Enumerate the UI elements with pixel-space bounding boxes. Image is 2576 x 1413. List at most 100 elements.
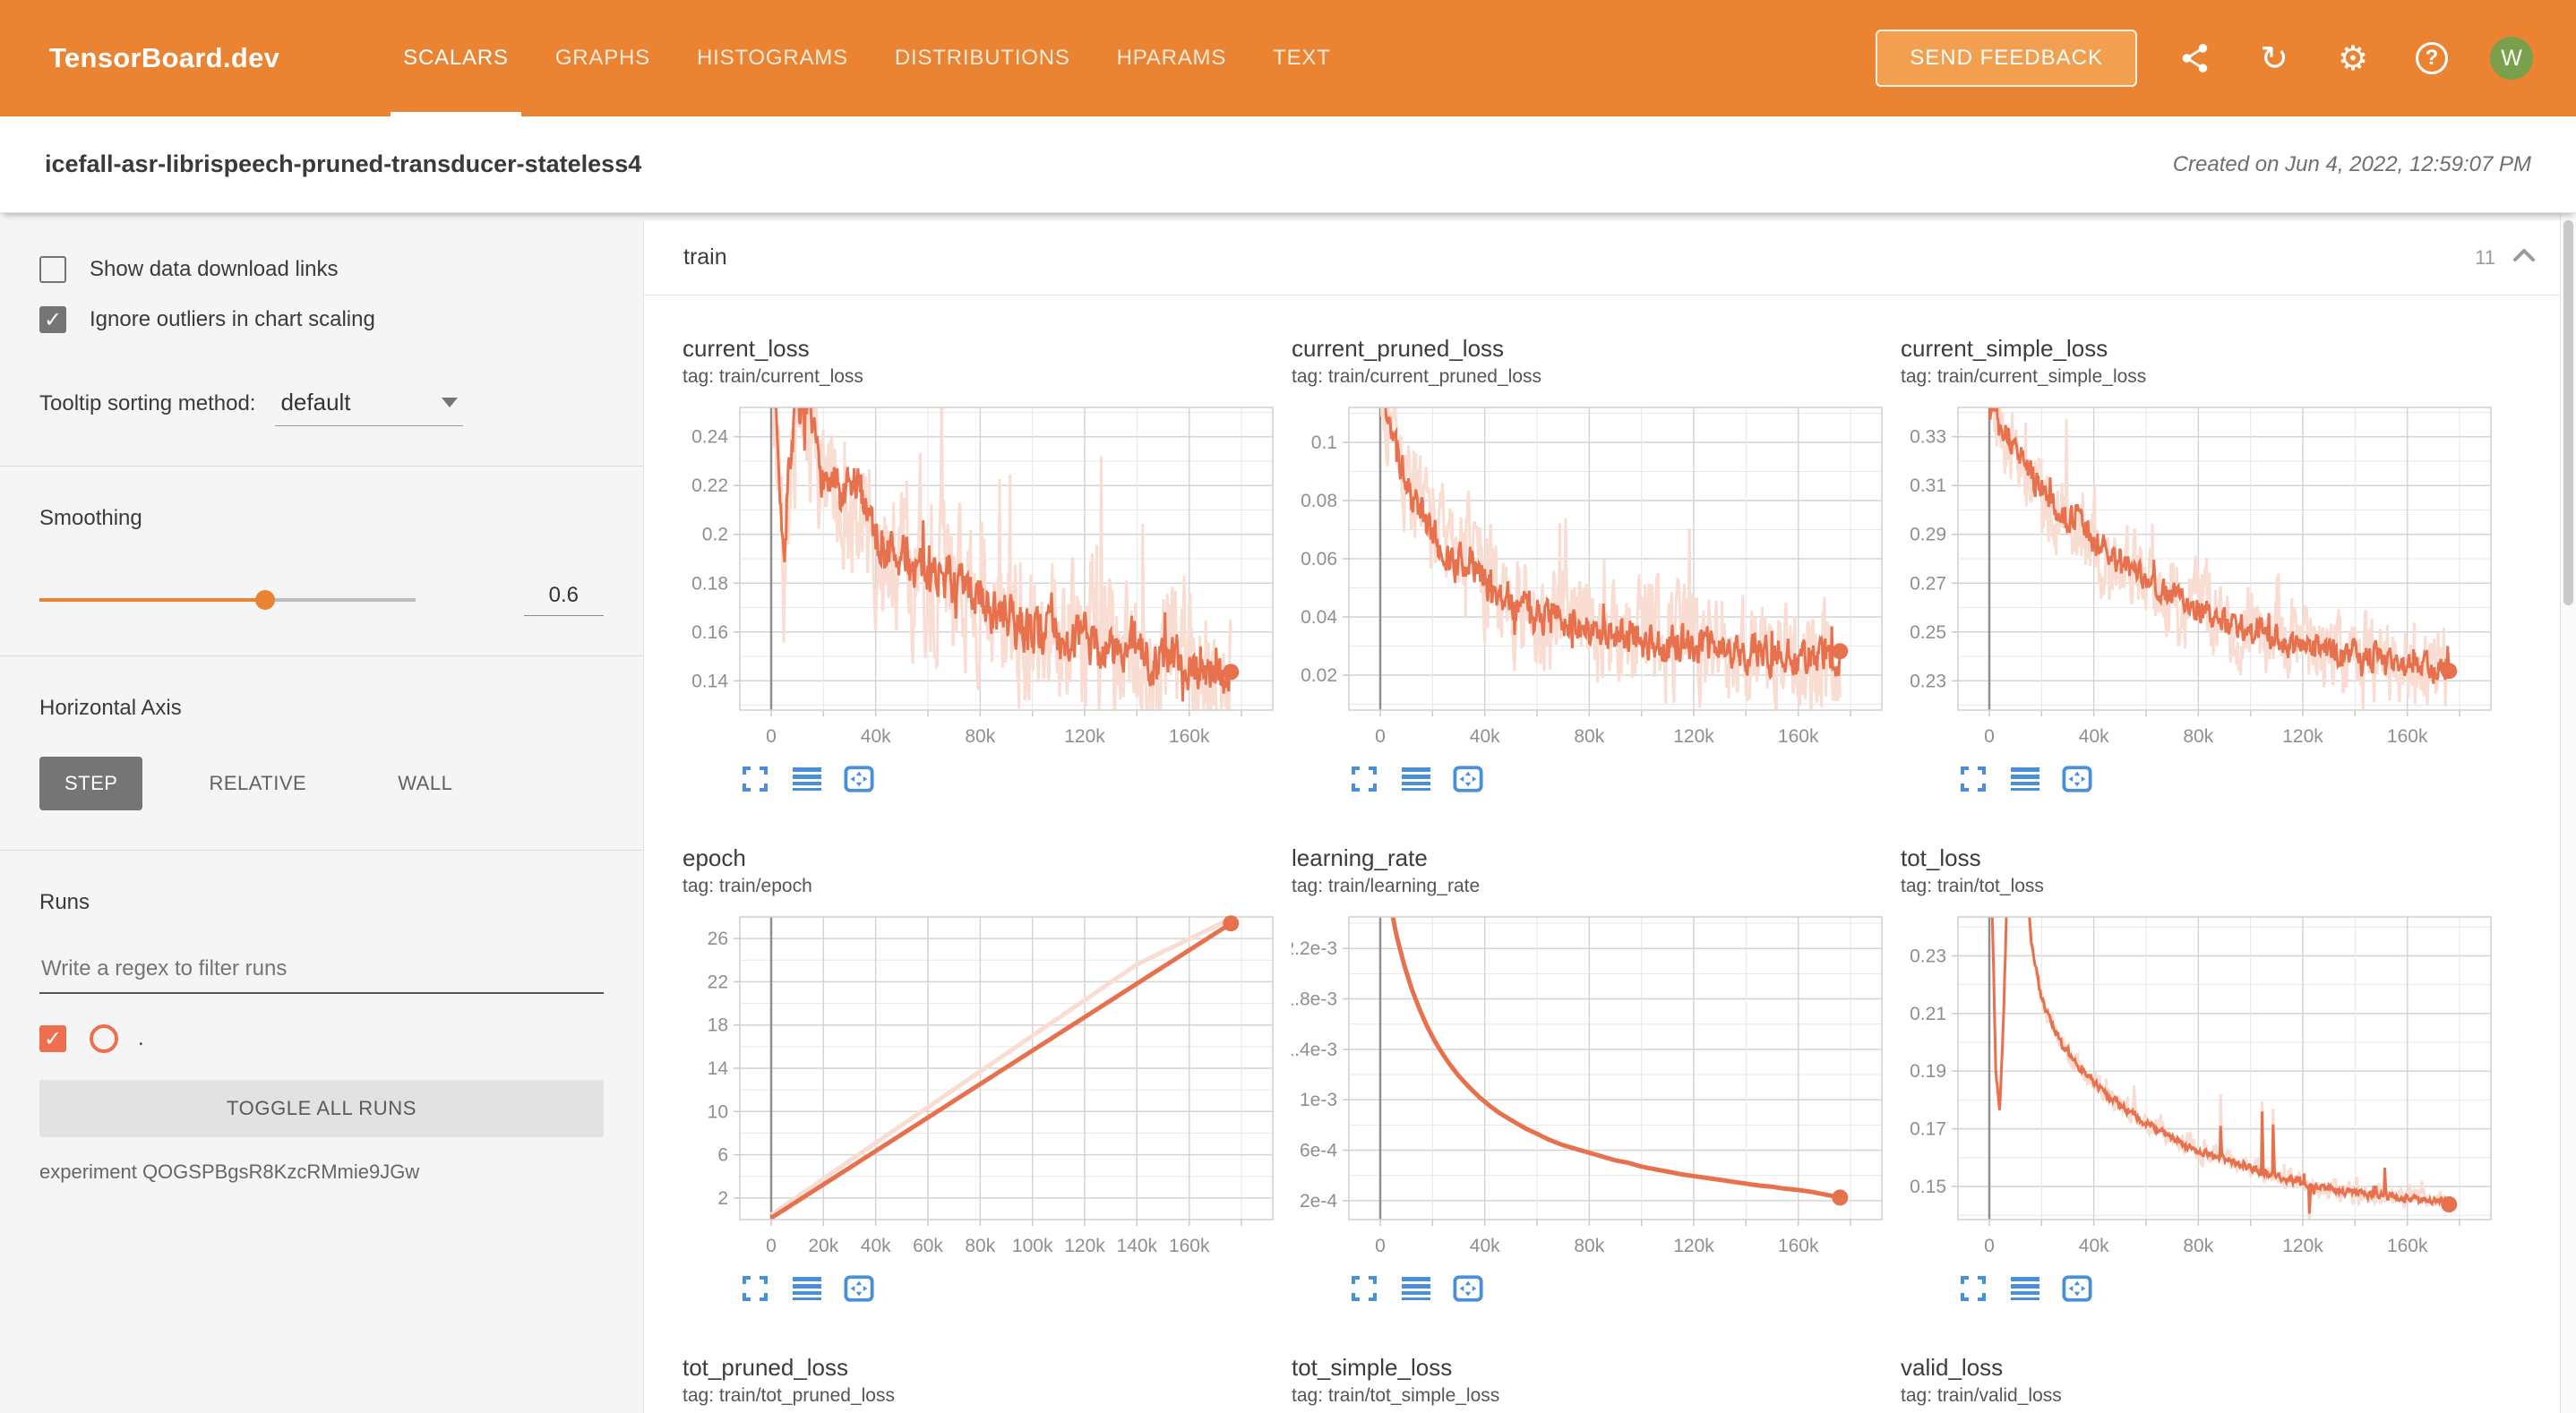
axis-step-button[interactable]: STEP [39,757,142,810]
chevron-down-icon [442,398,458,407]
svg-text:0.17: 0.17 [1910,1119,1946,1140]
fit-domain-icon[interactable] [844,764,874,794]
ignore-outliers-row[interactable]: ✓ Ignore outliers in chart scaling [39,306,604,333]
toggle-y-axis-icon[interactable] [1401,1273,1431,1304]
fit-domain-icon[interactable] [2062,1273,2092,1304]
gear-icon[interactable]: ⚙ [2332,38,2374,79]
axis-relative-button[interactable]: RELATIVE [184,757,331,810]
toggle-y-axis-icon[interactable] [792,1273,822,1304]
svg-text:0.23: 0.23 [1910,946,1946,967]
svg-text:6e-4: 6e-4 [1300,1141,1337,1161]
fullscreen-icon[interactable] [740,1273,770,1304]
svg-text:40k: 40k [861,1236,891,1256]
svg-text:0.16: 0.16 [691,622,728,643]
svg-text:60k: 60k [913,1236,943,1256]
tab-graphs[interactable]: GRAPHS [532,0,674,116]
svg-text:120k: 120k [1064,726,1105,747]
run-row[interactable]: ✓ . [39,1024,604,1053]
svg-text:0.23: 0.23 [1910,671,1946,691]
tab-histograms[interactable]: HISTOGRAMS [674,0,872,116]
axis-wall-button[interactable]: WALL [373,757,477,810]
help-icon[interactable]: ? [2411,38,2452,79]
svg-text:120k: 120k [1064,1236,1105,1256]
chevron-up-icon[interactable] [2512,247,2537,268]
svg-text:160k: 160k [1778,1236,1819,1256]
svg-text:0.31: 0.31 [1910,475,1946,496]
svg-text:0: 0 [766,1236,777,1256]
run-checkbox[interactable]: ✓ [39,1025,66,1052]
chart-actions [740,764,1277,794]
svg-text:0.24: 0.24 [691,427,728,448]
chart-plot[interactable]: 261014182226020k40k60k80k100k120k140k160… [683,904,1277,1263]
tooltip-sorting-label: Tooltip sorting method: [39,391,255,416]
chart-plot[interactable]: 0.230.250.270.290.310.33040k80k120k160k [1901,395,2495,753]
content: Show data download links ✓ Ignore outlie… [0,213,2576,1413]
run-color-swatch [90,1024,118,1053]
scrollbar-thumb[interactable] [2563,220,2573,605]
chart-actions [1958,764,2495,794]
tab-text[interactable]: TEXT [1249,0,1354,116]
sidebar: Show data download links ✓ Ignore outlie… [0,213,643,1413]
tab-hparams[interactable]: HPARAMS [1094,0,1250,116]
show-download-links-checkbox[interactable] [39,256,66,283]
main-area: train 11 current_loss tag: train/current… [643,213,2576,1413]
show-download-links-row[interactable]: Show data download links [39,256,604,283]
toggle-y-axis-icon[interactable] [2010,764,2040,794]
chart-card-tot_loss: tot_loss tag: train/tot_loss 0.150.170.1… [1901,844,2495,1304]
fit-domain-icon[interactable] [1453,1273,1483,1304]
svg-text:40k: 40k [861,726,891,747]
fullscreen-icon[interactable] [740,764,770,794]
toggle-all-runs-button[interactable]: TOGGLE ALL RUNS [39,1080,604,1137]
toggle-y-axis-icon[interactable] [792,764,822,794]
send-feedback-button[interactable]: SEND FEEDBACK [1876,30,2137,87]
chart-plot[interactable]: 2e-46e-41e-31.4e-31.8e-32.2e-3040k80k120… [1292,904,1886,1263]
smoothing-slider-thumb[interactable] [255,590,275,610]
chart-plot[interactable]: 0.150.170.190.210.23040k80k120k160k [1901,904,2495,1263]
chart-actions [1349,764,1886,794]
fullscreen-icon[interactable] [1958,764,1988,794]
chart-plot[interactable]: 0.020.040.060.080.1040k80k120k160k [1292,395,1886,753]
ignore-outliers-checkbox[interactable]: ✓ [39,306,66,333]
train-panel-header[interactable]: train 11 [644,220,2576,295]
svg-text:22: 22 [708,972,728,992]
smoothing-slider[interactable] [39,598,416,602]
svg-text:0.21: 0.21 [1910,1004,1946,1024]
app-bar: TensorBoard.dev SCALARSGRAPHSHISTOGRAMSD… [0,0,2576,116]
experiment-label: experiment QOGSPBgsR8KzcRMmie9JGw [39,1160,604,1184]
svg-text:80k: 80k [965,726,995,747]
chart-card-epoch: epoch tag: train/epoch 261014182226020k4… [683,844,1277,1304]
fit-domain-icon[interactable] [1453,764,1483,794]
fullscreen-icon[interactable] [1958,1273,1988,1304]
chart-tag: tag: train/learning_rate [1292,876,1886,897]
chart-title: current_simple_loss [1901,335,2495,363]
svg-text:0.04: 0.04 [1301,607,1337,628]
chart-plot[interactable]: 0.140.160.180.20.220.24040k80k120k160k [683,395,1277,753]
share-icon[interactable] [2175,38,2216,79]
avatar[interactable]: W [2490,37,2533,80]
tooltip-sorting-select[interactable]: default [275,389,463,426]
chart-tag: tag: train/tot_loss [1901,876,2495,897]
fit-domain-icon[interactable] [2062,764,2092,794]
run-name: . [138,1026,144,1051]
smoothing-row: 0.6 [39,583,604,616]
fullscreen-icon[interactable] [1349,1273,1379,1304]
chart-title: current_loss [683,335,1277,363]
chart-title: tot_pruned_loss [683,1354,1277,1382]
chart-card-current_loss: current_loss tag: train/current_loss 0.1… [683,335,1277,794]
tab-distributions[interactable]: DISTRIBUTIONS [872,0,1094,116]
refresh-icon[interactable]: ↻ [2254,38,2295,79]
svg-text:120k: 120k [2282,1236,2323,1256]
toggle-y-axis-icon[interactable] [1401,764,1431,794]
chart-title: tot_simple_loss [1292,1354,1886,1382]
svg-text:140k: 140k [1117,1236,1158,1256]
svg-text:20k: 20k [808,1236,838,1256]
runs-filter-input[interactable] [39,951,604,994]
tab-scalars[interactable]: SCALARS [380,0,532,116]
fullscreen-icon[interactable] [1349,764,1379,794]
nav-tabs: SCALARSGRAPHSHISTOGRAMSDISTRIBUTIONSHPAR… [380,0,1354,116]
scrollbar[interactable] [2560,213,2576,1413]
svg-text:1e-3: 1e-3 [1300,1090,1337,1110]
fit-domain-icon[interactable] [844,1273,874,1304]
toggle-y-axis-icon[interactable] [2010,1273,2040,1304]
chart-card-learning_rate: learning_rate tag: train/learning_rate 2… [1292,844,1886,1304]
